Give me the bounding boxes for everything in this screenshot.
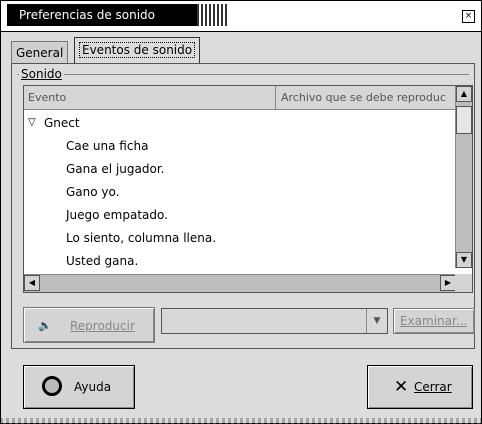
preferences-window: Preferencias de sonido × General Eventos… (0, 0, 482, 424)
close-icon: ✕ (394, 377, 409, 397)
scroll-down-icon[interactable]: ▼ (456, 252, 472, 268)
window-title: Preferencias de sonido (7, 4, 227, 26)
list-rows: ▽ Gnect Cae una ficha Gana el jugador. G… (24, 112, 456, 273)
scroll-up-icon[interactable]: ▲ (456, 86, 472, 102)
horizontal-scrollbar[interactable]: ◀ ▶ (24, 274, 456, 292)
browse-button-label: Examinar... (400, 314, 468, 328)
scroll-corner (455, 274, 472, 292)
title-bar[interactable]: Preferencias de sonido × (1, 1, 481, 32)
tab-sound-events[interactable]: Eventos de sonido (74, 37, 201, 64)
vertical-scroll-thumb[interactable] (456, 106, 472, 134)
window-close-icon[interactable]: × (462, 10, 475, 23)
tab-general[interactable]: General (11, 41, 69, 63)
list-item[interactable]: Gana el jugador. (24, 158, 456, 181)
scroll-right-icon[interactable]: ▶ (440, 275, 456, 291)
column-header-file[interactable]: Archivo que se debe reproduc (277, 86, 456, 109)
vertical-scrollbar[interactable]: ▲ ▼ (455, 86, 472, 268)
list-header: Evento Archivo que se debe reproduc (24, 86, 456, 110)
list-item-label: Juego empatado. (66, 208, 168, 222)
sound-file-combo[interactable]: ▼ (161, 308, 388, 334)
list-item-label: Gana el jugador. (66, 162, 165, 176)
help-button-label: Ayuda (74, 380, 112, 394)
tree-row-parent-label: Gnect (44, 116, 80, 130)
close-button-label: Cerrar (414, 380, 452, 394)
browse-button[interactable]: Examinar... (393, 308, 475, 334)
tree-row-parent[interactable]: ▽ Gnect (24, 112, 456, 135)
tab-sound-events-label: Eventos de sonido (79, 42, 196, 58)
events-list[interactable]: Evento Archivo que se debe reproduc ▽ Gn… (23, 85, 473, 293)
lifebuoy-icon (42, 376, 62, 396)
speaker-icon: 🔈 (38, 319, 52, 332)
tab-general-label: General (16, 46, 64, 60)
help-button[interactable]: Ayuda (23, 365, 135, 409)
list-item-label: Lo siento, columna llena. (66, 231, 217, 245)
group-label-sound: Sonido (19, 67, 64, 81)
list-item[interactable]: Gano yo. (24, 181, 456, 204)
background-strip (0, 418, 482, 424)
scroll-left-icon[interactable]: ◀ (24, 275, 40, 291)
list-item[interactable]: Lo siento, columna llena. (24, 227, 456, 250)
list-item[interactable]: Juego empatado. (24, 204, 456, 227)
list-item-label: Cae una ficha (66, 139, 149, 153)
chevron-down-icon[interactable]: ▼ (366, 309, 387, 333)
list-item-label: Usted gana. (66, 254, 139, 268)
group-divider (17, 74, 469, 75)
expander-icon[interactable]: ▽ (28, 117, 36, 128)
list-item[interactable]: Usted gana. (24, 250, 456, 273)
play-button[interactable]: 🔈 Reproducir (23, 307, 155, 343)
close-button[interactable]: ✕ Cerrar (367, 365, 473, 409)
list-item-label: Gano yo. (66, 185, 120, 199)
list-item[interactable]: Cae una ficha (24, 135, 456, 158)
column-header-event[interactable]: Evento (24, 86, 276, 109)
play-button-label: Reproducir (70, 319, 135, 333)
